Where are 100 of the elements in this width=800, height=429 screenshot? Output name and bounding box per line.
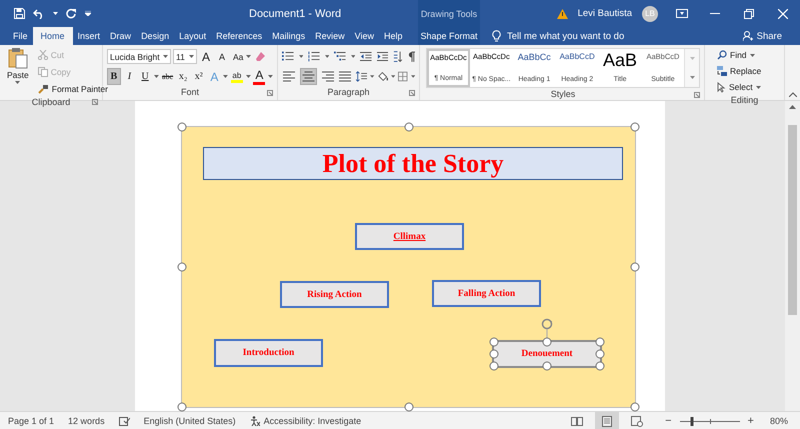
highlight-button[interactable]: ab (230, 68, 244, 85)
tell-me-field[interactable]: Tell me what you want to do (507, 30, 647, 42)
borders-icon[interactable] (398, 71, 408, 82)
language-label[interactable]: English (United States) (144, 416, 236, 426)
grow-font-button[interactable]: A (199, 48, 213, 65)
select-button[interactable]: Select (715, 79, 780, 95)
dropdown-caret-icon[interactable] (750, 54, 755, 56)
dropdown-caret-icon[interactable] (15, 81, 20, 84)
dropdown-caret-icon[interactable] (690, 76, 695, 79)
undo-icon[interactable] (33, 8, 45, 18)
ribbon-display-options-icon[interactable] (676, 9, 688, 18)
decrease-indent-icon[interactable] (360, 51, 372, 62)
dialog-launcher-icon[interactable] (409, 90, 415, 96)
underline-button[interactable]: U (138, 68, 152, 85)
align-center-button[interactable] (300, 68, 317, 85)
ribbon-tab[interactable]: Draw (105, 27, 136, 45)
resize-handle[interactable] (404, 122, 413, 132)
user-name[interactable]: Levi Bautista (578, 8, 632, 19)
ribbon-tab[interactable]: File (8, 27, 33, 45)
dropdown-caret-icon[interactable] (246, 55, 252, 58)
dialog-launcher-icon[interactable] (92, 99, 98, 105)
superscript-button[interactable]: x² (192, 68, 206, 85)
dropdown-caret-icon[interactable] (268, 75, 273, 78)
numbering-icon[interactable] (308, 51, 320, 62)
collapse-ribbon-icon[interactable] (788, 92, 796, 97)
dropdown-caret-icon[interactable] (410, 75, 415, 78)
zoom-level[interactable]: 80% (770, 416, 788, 426)
ribbon-tab[interactable]: Design (136, 27, 174, 45)
close-icon[interactable] (778, 8, 788, 18)
ribbon-tab[interactable]: Review (310, 27, 350, 45)
find-button[interactable]: Find (715, 47, 780, 63)
resize-handle[interactable] (542, 362, 552, 370)
zoom-in-button[interactable]: + (746, 415, 756, 427)
dropdown-caret-icon[interactable] (53, 12, 58, 15)
restore-icon[interactable] (744, 8, 754, 18)
dropdown-caret-icon[interactable] (390, 75, 396, 78)
word-count[interactable]: 12 words (68, 416, 105, 426)
resize-handle[interactable] (178, 402, 186, 412)
proofing-icon[interactable] (118, 416, 130, 426)
shrink-font-button[interactable]: A (215, 48, 229, 65)
dropdown-caret-icon[interactable] (154, 75, 159, 78)
subscript-button[interactable]: x₂ (176, 68, 190, 85)
ribbon-tab[interactable]: References (211, 27, 268, 45)
ribbon-tab[interactable]: Shape Format (418, 31, 480, 41)
dropdown-caret-icon[interactable] (756, 86, 761, 88)
format-painter-button[interactable]: Format Painter (36, 81, 110, 97)
dialog-launcher-icon[interactable] (694, 92, 700, 98)
pilcrow-icon[interactable] (408, 50, 416, 62)
resize-handle[interactable] (630, 122, 640, 132)
vertical-scrollbar[interactable] (785, 101, 800, 411)
italic-button[interactable]: I (122, 68, 136, 85)
resize-handle[interactable] (542, 338, 552, 346)
share-button[interactable]: Share (736, 30, 788, 42)
dropdown-caret-icon[interactable] (324, 55, 329, 58)
resize-handle[interactable] (630, 402, 640, 412)
rotate-handle-icon[interactable] (540, 318, 554, 340)
resize-handle[interactable] (630, 262, 640, 272)
paint-bucket-icon[interactable] (378, 71, 388, 82)
dropdown-caret-icon[interactable] (246, 75, 251, 78)
redo-icon[interactable] (66, 8, 77, 19)
warning-icon[interactable] (556, 8, 568, 18)
dropdown-caret-icon[interactable] (223, 75, 228, 78)
font-name-field[interactable]: Lucida Bright (107, 49, 171, 64)
strikethrough-button[interactable]: abc (160, 68, 174, 85)
accessibility-status[interactable]: Accessibility: Investigate (264, 416, 362, 426)
line-spacing-icon[interactable] (356, 71, 368, 82)
ribbon-tab[interactable]: View (350, 27, 380, 45)
resize-handle[interactable] (178, 262, 186, 272)
scroll-up-icon[interactable] (789, 105, 796, 109)
dialog-launcher-icon[interactable] (267, 90, 273, 96)
change-case-button[interactable]: Aa (231, 48, 254, 64)
multilevel-list-icon[interactable] (334, 51, 346, 62)
replace-button[interactable]: Replace (715, 63, 780, 79)
eraser-icon[interactable] (255, 51, 266, 62)
dropdown-caret-icon[interactable] (370, 75, 375, 78)
sort-icon[interactable] (393, 50, 403, 62)
font-color-button[interactable]: A (252, 68, 266, 85)
ribbon-tab[interactable]: Insert (72, 27, 106, 45)
resize-handle[interactable] (178, 122, 186, 132)
bullets-icon[interactable] (282, 51, 294, 62)
dropdown-caret-icon[interactable] (189, 55, 194, 58)
zoom-slider-thumb[interactable] (690, 416, 694, 426)
dropdown-caret-icon[interactable] (163, 55, 168, 58)
ribbon-tab[interactable]: Layout (174, 27, 212, 45)
accessibility-icon[interactable] (250, 416, 260, 426)
ribbon-tab[interactable]: Home (32, 27, 73, 45)
view-mode-button[interactable] (595, 412, 620, 429)
page-count[interactable]: Page 1 of 1 (8, 416, 54, 426)
font-size-field[interactable]: 11 (173, 49, 197, 64)
customize-toolbar-icon[interactable] (85, 11, 91, 16)
increase-indent-icon[interactable] (376, 51, 388, 62)
resize-handle[interactable] (404, 402, 413, 412)
ribbon-tab[interactable]: Help (379, 27, 408, 45)
ribbon-tab[interactable]: Mailings (267, 27, 310, 45)
bold-button[interactable]: B (107, 68, 121, 85)
zoom-out-button[interactable]: − (663, 415, 674, 427)
dropdown-caret-icon[interactable] (350, 55, 355, 58)
paste-button[interactable]: Paste (4, 47, 32, 89)
dropdown-caret-icon[interactable] (298, 55, 303, 58)
save-icon[interactable] (14, 8, 25, 19)
